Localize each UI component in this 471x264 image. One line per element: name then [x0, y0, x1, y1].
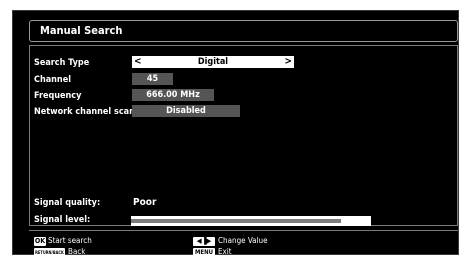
frequency-value[interactable]: 666.00 MHz — [132, 89, 214, 101]
manual-search-screen: Manual Search Search Type < Digital > Ch… — [12, 10, 459, 257]
network-scan-value[interactable]: Disabled — [132, 105, 240, 117]
channel-label: Channel — [34, 75, 71, 85]
arrow-right-icon[interactable]: > — [284, 56, 292, 68]
channel-value[interactable]: 45 — [132, 73, 173, 85]
search-type-label: Search Type — [34, 58, 90, 68]
back-hint: Back — [68, 247, 86, 256]
network-scan-label: Network channel scan — [34, 107, 135, 117]
frequency-label: Frequency — [34, 91, 82, 101]
start-search-hint: Start search — [48, 236, 92, 245]
arrow-left-icon[interactable]: < — [134, 56, 142, 68]
signal-quality-label: Signal quality: — [34, 198, 101, 208]
left-right-arrows-icon: ◀▐▶ — [193, 237, 215, 246]
signal-quality-value: Poor — [133, 197, 157, 208]
search-type-value: Digital — [197, 57, 229, 67]
search-type-selector[interactable]: < Digital > — [132, 56, 294, 68]
return-back-key-icon: RETURN/BACK — [34, 248, 65, 257]
change-value-hint: Change Value — [218, 236, 268, 245]
divider — [29, 230, 458, 231]
signal-level-label: Signal level: — [34, 215, 91, 225]
signal-level-bar — [131, 216, 371, 226]
signal-level-fill — [131, 219, 341, 223]
title-bar: Manual Search — [29, 20, 458, 42]
menu-key-icon: MENU — [193, 248, 215, 257]
page-title: Manual Search — [40, 24, 123, 37]
exit-hint: Exit — [218, 247, 232, 256]
ok-key-icon: OK — [34, 237, 46, 246]
